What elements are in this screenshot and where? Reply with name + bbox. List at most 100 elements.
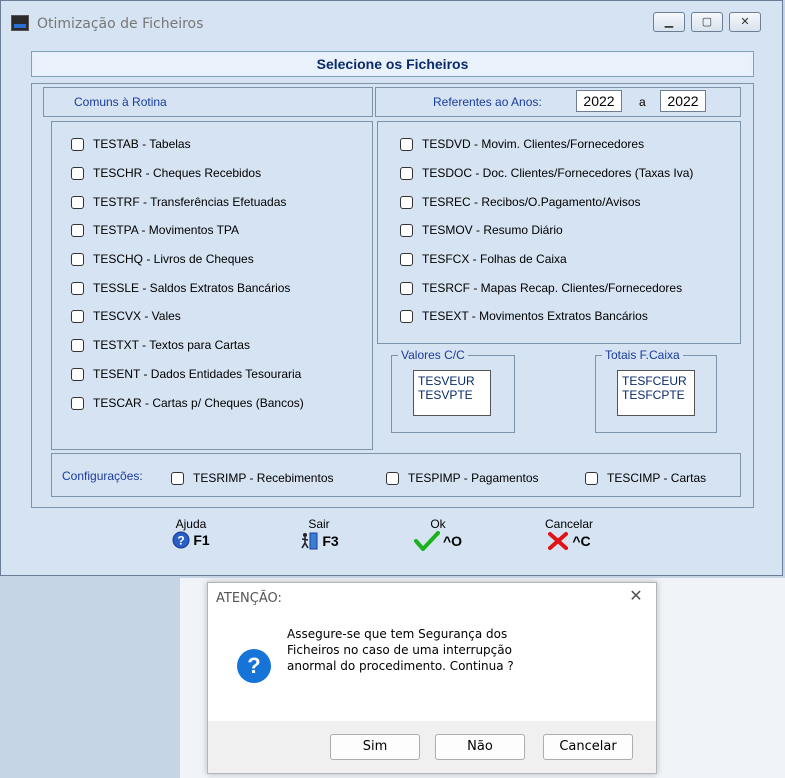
no-button[interactable]: Não [435, 734, 525, 760]
totais-listbox[interactable]: TESFCEUR TESFCPTE [617, 370, 695, 416]
minimize-icon: ▁ [664, 16, 674, 28]
checkbox-tescimp[interactable]: TESCIMP - Cartas [585, 471, 706, 485]
minimize-button[interactable]: ▁ [653, 12, 685, 32]
checkbox-tesent[interactable]: TESENT - Dados Entidades Tesouraria [71, 367, 301, 381]
checkbox-testab[interactable]: TESTAB - Tabelas [71, 137, 191, 151]
checkbox-tescar[interactable]: TESCAR - Cartas p/ Cheques (Bancos) [71, 396, 304, 410]
checkbox-box[interactable] [171, 471, 184, 485]
checkbox-label: TESTAB - Tabelas [93, 137, 191, 151]
close-icon: ✕ [629, 588, 643, 605]
year-from-input[interactable]: 2022 [576, 90, 622, 112]
checkbox-box[interactable] [71, 396, 84, 410]
checkbox-tesrimp[interactable]: TESRIMP - Recebimentos [171, 471, 334, 485]
help-key: F1 [193, 532, 210, 548]
checkbox-box[interactable] [400, 137, 413, 151]
year-to-input[interactable]: 2022 [660, 90, 706, 112]
checkbox-box[interactable] [400, 166, 413, 180]
help-caption: Ajuda [175, 517, 207, 531]
checkbox-box[interactable] [71, 223, 84, 237]
checkbox-box[interactable] [71, 309, 84, 323]
checkbox-tesfcx[interactable]: TESFCX - Folhas de Caixa [400, 252, 567, 266]
config-label: Configurações: [62, 469, 143, 483]
dialog-cancel-button[interactable]: Cancelar [543, 734, 633, 760]
list-item[interactable]: TESFCEUR [622, 374, 694, 388]
dialog-message-line: anormal do procedimento. Continua ? [287, 659, 514, 673]
section-banner: Selecione os Ficheiros [31, 51, 754, 77]
yes-button[interactable]: Sim [330, 734, 420, 760]
totais-group: Totais F.Caixa TESFCEUR TESFCPTE [595, 348, 717, 433]
checkbox-label: TESCIMP - Cartas [607, 471, 707, 485]
header-years-label: Referentes ao Anos: [433, 95, 542, 109]
checkbox-tesrcf[interactable]: TESRCF - Mapas Recap. Clientes/Fornecedo… [400, 281, 682, 295]
checkbox-box[interactable] [71, 338, 84, 352]
checkbox-box[interactable] [71, 166, 84, 180]
list-item[interactable]: TESVEUR [418, 374, 490, 388]
checkbox-box[interactable] [400, 195, 413, 209]
checkbox-tespimp[interactable]: TESPIMP - Pagamentos [386, 471, 539, 485]
checkbox-box[interactable] [400, 281, 413, 295]
close-button[interactable]: ✕ [729, 12, 761, 32]
maximize-button[interactable]: ▢ [691, 12, 723, 32]
checkbox-tesext[interactable]: TESEXT - Movimentos Extratos Bancários [400, 309, 648, 323]
main-window: Otimização de Ficheiros ▁ ▢ ✕ Selecione … [0, 0, 783, 576]
list-item[interactable]: TESFCPTE [622, 388, 694, 402]
checkbox-testxt[interactable]: TESTXT - Textos para Cartas [71, 338, 250, 352]
app-icon [11, 15, 29, 31]
valores-listbox[interactable]: TESVEUR TESVPTE [413, 370, 491, 416]
checkbox-testpa[interactable]: TESTPA - Movimentos TPA [71, 223, 239, 237]
dialog-message-line: Assegure-se que tem Segurança dos [287, 627, 508, 641]
checkbox-teschq[interactable]: TESCHQ - Livros de Cheques [71, 252, 254, 266]
checkbox-testrf[interactable]: TESTRF - Transferências Efetuadas [71, 195, 286, 209]
checkbox-label: TESRIMP - Recebimentos [193, 471, 334, 485]
checkbox-label: TESCHR - Cheques Recebidos [93, 166, 262, 180]
dialog-close-button[interactable]: ✕ [626, 587, 646, 607]
window-title: Otimização de Ficheiros [37, 16, 204, 32]
checkbox-box[interactable] [71, 281, 84, 295]
checkbox-tessle[interactable]: TESSLE - Saldos Extratos Bancários [71, 281, 290, 295]
checkbox-tesrec[interactable]: TESREC - Recibos/O.Pagamento/Avisos [400, 195, 641, 209]
checkbox-box[interactable] [386, 471, 399, 485]
checkbox-label: TESSLE - Saldos Extratos Bancários [93, 281, 291, 295]
checkbox-label: TESEXT - Movimentos Extratos Bancários [422, 309, 648, 323]
checkbox-box[interactable] [71, 367, 84, 381]
checkbox-label: TESDOC - Doc. Clientes/Fornecedores (Tax… [422, 166, 694, 180]
checkbox-box[interactable] [71, 252, 84, 266]
checkbox-label: TESPIMP - Pagamentos [408, 471, 539, 485]
header-common-label: Comuns à Rotina [74, 95, 167, 109]
checkbox-tesdvd[interactable]: TESDVD - Movim. Clientes/Fornecedores [400, 137, 644, 151]
check-icon [413, 531, 440, 551]
cancel-key: ^C [572, 533, 591, 549]
totais-group-label: Totais F.Caixa [602, 348, 683, 362]
dialog-title: ATENÇÃO: [216, 591, 282, 606]
checkbox-box[interactable] [585, 471, 598, 485]
checkbox-box[interactable] [71, 195, 84, 209]
checkbox-box[interactable] [400, 309, 413, 323]
help-button[interactable]: Ajuda ? F1 [161, 517, 221, 549]
close-icon: ✕ [740, 16, 750, 28]
checkbox-label: TESENT - Dados Entidades Tesouraria [93, 367, 302, 381]
exit-button[interactable]: Sair F3 [289, 517, 349, 551]
cancel-button[interactable]: Cancelar ^C [537, 517, 601, 551]
confirm-dialog: ATENÇÃO: ✕ ? Assegure-se que tem Seguran… [207, 582, 657, 774]
list-item[interactable]: TESVPTE [418, 388, 490, 402]
checkbox-box[interactable] [400, 223, 413, 237]
checkbox-label: TESCHQ - Livros de Cheques [93, 252, 254, 266]
checkbox-label: TESCVX - Vales [93, 309, 181, 323]
checkbox-tesdoc[interactable]: TESDOC - Doc. Clientes/Fornecedores (Tax… [400, 166, 693, 180]
title-bar[interactable]: Otimização de Ficheiros ▁ ▢ ✕ [1, 1, 782, 47]
checkbox-box[interactable] [400, 252, 413, 266]
checkbox-box[interactable] [71, 137, 84, 151]
exit-key: F3 [322, 533, 339, 549]
checkbox-tescvx[interactable]: TESCVX - Vales [71, 309, 181, 323]
common-files-panel: TESTAB - Tabelas TESCHR - Cheques Recebi… [51, 121, 373, 450]
checkbox-teschr[interactable]: TESCHR - Cheques Recebidos [71, 166, 261, 180]
year-files-panel: TESDVD - Movim. Clientes/Fornecedores TE… [377, 121, 741, 344]
banner-title: Selecione os Ficheiros [36, 55, 749, 73]
question-icon: ? [237, 649, 271, 683]
ok-button[interactable]: Ok ^O [413, 517, 463, 551]
ok-key: ^O [442, 533, 463, 549]
checkbox-label: TESTXT - Textos para Cartas [93, 338, 250, 352]
valores-group: Valores C/C TESVEUR TESVPTE [391, 348, 515, 433]
checkbox-tesmov[interactable]: TESMOV - Resumo Diário [400, 223, 563, 237]
exit-door-icon [301, 532, 318, 550]
